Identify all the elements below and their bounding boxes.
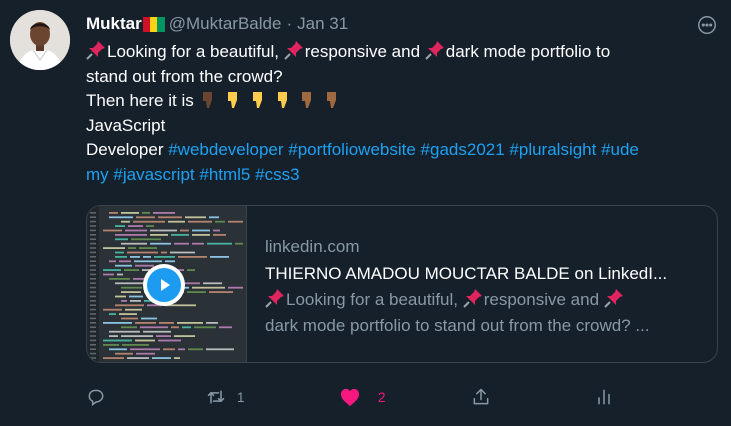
pointing-down-medium-dark-icon — [327, 92, 337, 108]
pushpin-icon — [86, 41, 105, 60]
pushpin-icon — [284, 41, 303, 60]
text-fragment: responsive and — [304, 42, 425, 61]
tweet-date[interactable]: Jan 31 — [297, 14, 348, 34]
text-fragment: dark mode portfolio to — [445, 42, 611, 61]
text-fragment: Then here it is — [86, 91, 199, 110]
text-fragment: dark mode portfolio to stand out from th… — [265, 316, 650, 335]
author-name[interactable]: Muktar — [86, 14, 142, 34]
like-button[interactable]: 2 — [339, 380, 386, 414]
text-fragment: JavaScript — [86, 115, 166, 135]
pointing-down-icon — [228, 92, 238, 108]
pointing-down-dark-icon — [203, 92, 213, 108]
link-preview-card[interactable]: linkedin.com THIERNO AMADOU MOUCTAR BALD… — [86, 205, 718, 363]
text-fragment: stand out from the crowd? — [86, 66, 283, 86]
heart-filled-icon — [340, 388, 360, 407]
card-title: THIERNO AMADOU MOUCTAR BALDE on LinkedI.… — [265, 264, 668, 283]
analytics-icon — [598, 389, 610, 405]
tweet-actions: 1 2 — [0, 380, 731, 414]
tweet-text: Looking for a beautiful, responsive and … — [86, 40, 716, 187]
hashtag-links[interactable]: #webdeveloper #portfoliowebsite #gads202… — [168, 140, 639, 159]
share-button[interactable] — [471, 380, 491, 414]
reply-button[interactable] — [86, 380, 106, 414]
card-description: Looking for a beautiful, responsive and … — [265, 287, 705, 339]
play-icon[interactable] — [143, 264, 185, 306]
share-icon — [473, 388, 489, 405]
text-fragment: Developer — [86, 140, 169, 159]
text-fragment: Looking for a beautiful, — [286, 290, 463, 309]
card-domain: linkedin.com — [265, 237, 360, 256]
more-options-icon[interactable] — [694, 12, 720, 38]
avatar[interactable] — [10, 10, 70, 70]
guinea-flag-icon — [142, 16, 165, 32]
pushpin-icon — [425, 41, 444, 60]
reply-icon — [88, 389, 104, 406]
like-count: 2 — [378, 389, 386, 405]
pointing-down-icon — [277, 92, 287, 108]
pointing-down-medium-dark-icon — [302, 92, 312, 108]
retweet-count: 1 — [237, 389, 245, 405]
analytics-button[interactable] — [594, 380, 614, 414]
retweet-icon — [207, 390, 225, 404]
tweet[interactable]: Muktar @MuktarBalde · Jan 31 Looking for… — [0, 0, 731, 426]
text-fragment: Looking for a beautiful, — [107, 42, 284, 61]
card-thumbnail[interactable] — [87, 206, 247, 362]
pushpin-icon — [463, 289, 482, 308]
card-text[interactable]: linkedin.com THIERNO AMADOU MOUCTAR BALD… — [265, 234, 705, 339]
text-fragment: responsive and — [483, 290, 604, 309]
separator-dot: · — [286, 14, 293, 33]
hashtag-links[interactable]: my #javascript #html5 #css3 — [86, 165, 300, 184]
pushpin-icon — [604, 289, 623, 308]
pointing-down-icon — [252, 92, 262, 108]
author-handle[interactable]: @MuktarBalde — [169, 14, 282, 34]
pushpin-icon — [265, 289, 284, 308]
retweet-button[interactable]: 1 — [205, 380, 245, 414]
tweet-header: Muktar @MuktarBalde · Jan 31 — [86, 13, 348, 35]
